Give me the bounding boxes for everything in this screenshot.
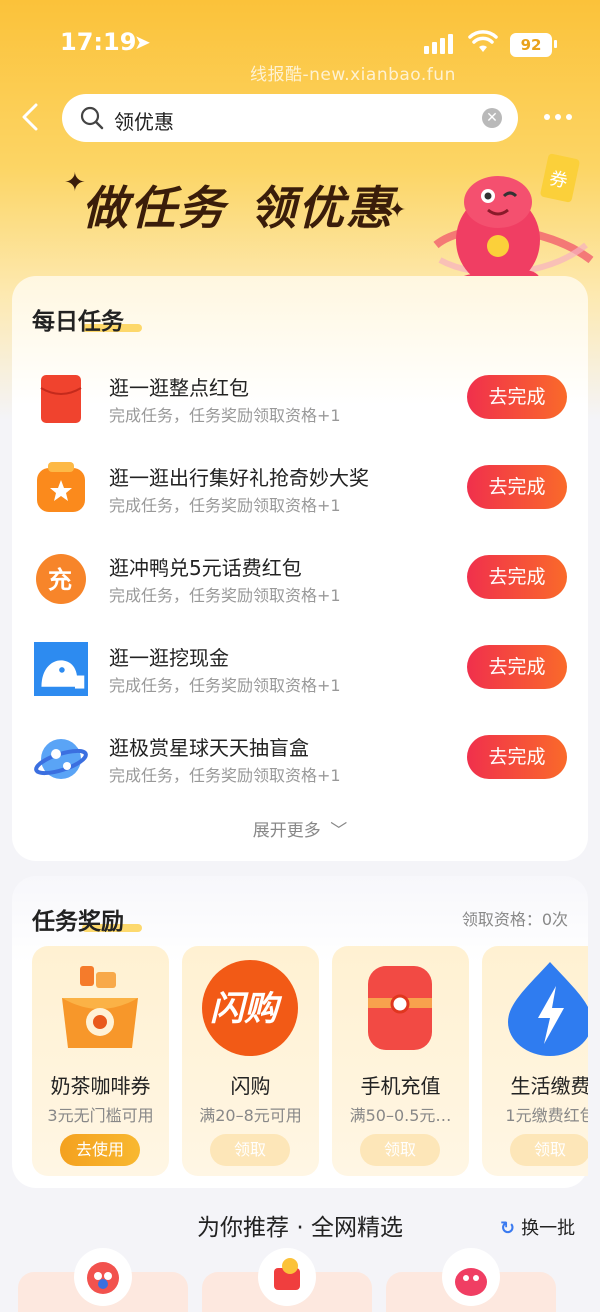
refresh-button[interactable]: ↻ 换一批 (500, 1214, 575, 1240)
daily-tasks-card: 每日任务 逛一逛整点红包 完成任务，任务奖励领取资格+1 去完成 逛一逛出行集好… (12, 276, 588, 861)
more-options-icon[interactable] (544, 104, 572, 120)
status-time: 17:19 (60, 28, 137, 56)
battery-tip (554, 40, 557, 48)
task-item: 逛一逛出行集好礼抢奇妙大奖 完成任务，任务奖励领取资格+1 去完成 (12, 462, 588, 552)
task-subtitle: 完成任务，任务奖励领取资格+1 (109, 406, 341, 425)
cellular-signal-icon (424, 34, 453, 54)
task-title: 逛冲鸭兑5元话费红包 (109, 556, 302, 580)
section-title: 每日任务 (32, 309, 124, 335)
refresh-icon: ↻ (500, 1218, 516, 1239)
reward-name: 手机充值 (360, 1074, 441, 1098)
banner-title: 做任务 领优惠 (82, 172, 394, 238)
reward-item[interactable]: 生活缴费 1元缴费红包 领取 (482, 946, 588, 1176)
reward-desc: 1元缴费红包 (505, 1106, 588, 1125)
back-arrow-icon[interactable] (16, 100, 46, 134)
task-title: 逛一逛整点红包 (109, 376, 249, 400)
task-item: 充 逛冲鸭兑5元话费红包 完成任务，任务奖励领取资格+1 去完成 (12, 552, 588, 642)
reward-item[interactable]: 手机充值 满50–0.5元… 领取 (332, 946, 469, 1176)
task-subtitle: 完成任务，任务奖励领取资格+1 (109, 766, 341, 785)
task-complete-button[interactable]: 去完成 (467, 735, 567, 779)
task-subtitle: 完成任务，任务奖励领取资格+1 (109, 676, 341, 695)
wifi-icon (468, 30, 498, 52)
refresh-label: 换一批 (521, 1218, 576, 1239)
location-arrow-icon: ➤ (134, 30, 151, 54)
reward-name: 奶茶咖啡券 (50, 1074, 151, 1098)
watermark-text: 线报酷-new.xianbao.fun (250, 65, 456, 85)
task-title: 逛一逛挖现金 (109, 646, 229, 670)
reward-desc: 满50–0.5元… (349, 1106, 452, 1125)
reward-list[interactable]: 奶茶咖啡券 3元无门槛可用 去使用 闪购 闪购 满20–8元可用 领取 手机充值… (32, 946, 588, 1176)
dig-cash-icon (34, 642, 88, 696)
task-subtitle: 完成任务，任务奖励领取资格+1 (109, 496, 341, 515)
task-item: 逛一逛整点红包 完成任务，任务奖励领取资格+1 去完成 (12, 372, 588, 462)
reward-item[interactable]: 闪购 闪购 满20–8元可用 领取 (182, 946, 319, 1176)
task-rewards-card: 任务奖励 领取资格：0次 奶茶咖啡券 3元无门槛可用 去使用 闪购 闪购 满20… (12, 876, 588, 1188)
gift-box-icon (37, 462, 85, 512)
search-bar[interactable]: 领优惠 ✕ (62, 94, 518, 142)
flash-buy-icon: 闪购 (202, 960, 298, 1056)
task-complete-button[interactable]: 去完成 (467, 645, 567, 689)
clear-search-icon[interactable]: ✕ (482, 108, 502, 128)
reward-item[interactable]: 奶茶咖啡券 3元无门槛可用 去使用 (32, 946, 169, 1176)
claim-reward-button[interactable]: 领取 (360, 1134, 440, 1166)
task-title: 逛一逛出行集好礼抢奇妙大奖 (109, 466, 369, 490)
phone-recharge-icon (368, 966, 432, 1050)
svg-text:充: 充 (48, 566, 72, 594)
expand-more-label: 展开更多 (252, 821, 321, 841)
task-complete-button[interactable]: 去完成 (467, 375, 567, 419)
reward-name: 闪购 (230, 1074, 271, 1098)
task-complete-button[interactable]: 去完成 (467, 555, 567, 599)
red-envelope-icon (40, 375, 82, 423)
task-complete-button[interactable]: 去完成 (467, 465, 567, 509)
recommend-avatar (76, 1250, 130, 1304)
banner-title-part2: 领优惠 (250, 181, 394, 235)
banner-title-part1: 做任务 (82, 181, 226, 235)
reward-desc: 3元无门槛可用 (47, 1106, 154, 1125)
claim-reward-button[interactable]: 领取 (510, 1134, 588, 1166)
use-reward-button[interactable]: 去使用 (60, 1134, 140, 1166)
task-item: 逛极赏星球天天抽盲盒 完成任务，任务奖励领取资格+1 去完成 (12, 732, 588, 822)
expand-more-button[interactable]: 展开更多 ﹀ (12, 816, 588, 841)
recharge-icon: 充 (36, 554, 86, 604)
reward-name: 生活缴费 (510, 1074, 589, 1098)
planet-icon (34, 739, 88, 779)
search-input[interactable]: 领优惠 (114, 106, 174, 135)
coffee-coupon-icon (62, 966, 138, 1048)
search-icon (80, 106, 104, 130)
battery-indicator: 92 (510, 33, 552, 57)
recommend-avatar (260, 1250, 314, 1304)
chevron-down-icon: ﹀ (330, 821, 348, 841)
claim-reward-button[interactable]: 领取 (210, 1134, 290, 1166)
task-subtitle: 完成任务，任务奖励领取资格+1 (109, 586, 341, 605)
recommend-avatar (444, 1250, 498, 1304)
section-title: 任务奖励 (32, 909, 124, 935)
task-title: 逛极赏星球天天抽盲盒 (109, 736, 309, 760)
reward-desc: 满20–8元可用 (199, 1106, 302, 1125)
utility-bill-icon (508, 962, 588, 1056)
eligibility-count: 领取资格：0次 (461, 910, 568, 929)
svg-text:闪购: 闪购 (210, 989, 283, 1029)
task-item: 逛一逛挖现金 完成任务，任务奖励领取资格+1 去完成 (12, 642, 588, 732)
